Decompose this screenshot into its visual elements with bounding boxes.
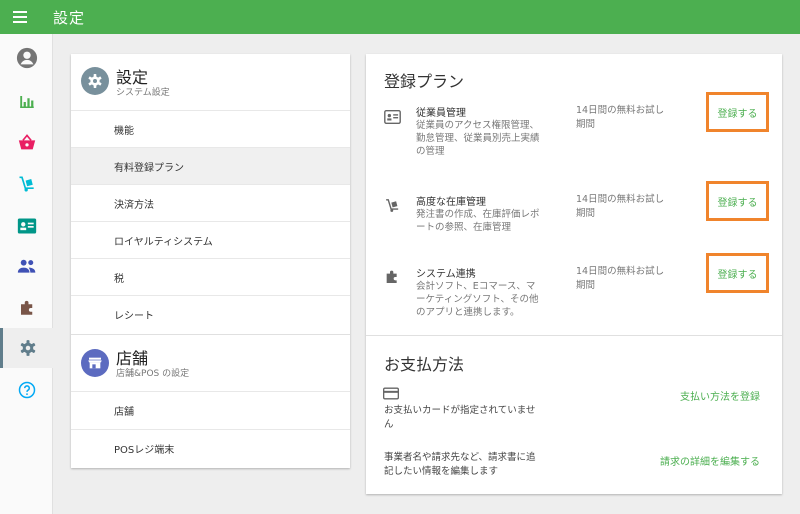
plan-trial-integration: 14日間の無料お試し 期間	[576, 266, 665, 291]
rail-integrations[interactable]	[0, 288, 53, 328]
settings-section-subtitle: システム設定	[116, 88, 170, 98]
bar-chart-icon	[19, 96, 34, 108]
plan-desc-inventory: 発注書の作成、在庫評価レポ ートの参照、在庫管理	[416, 209, 540, 233]
menu-icon[interactable]	[13, 0, 37, 34]
gear-icon	[20, 340, 36, 356]
rail-inventory[interactable]	[0, 164, 53, 204]
menu-item-pos-devices[interactable]: POSレジ端末	[71, 429, 350, 467]
menu-item-features[interactable]: 機能	[71, 110, 350, 148]
hand-truck-icon	[383, 196, 401, 214]
plan-desc-integration: 会計ソフト、Eコマース、マ ーケティングソフト、その他 のアプリと連携します。	[416, 281, 539, 318]
rail-help[interactable]	[0, 370, 53, 410]
app-title: 設定	[53, 8, 86, 27]
menu-item-stores[interactable]: 店舗	[71, 391, 350, 429]
register-inventory-button[interactable]: 登録する	[706, 181, 769, 221]
credit-card-icon	[382, 384, 400, 402]
basket-icon	[18, 134, 35, 150]
menu-item-loyalty[interactable]: ロイヤルティシステム	[71, 221, 350, 259]
menu-item-payment-methods[interactable]: 決済方法	[71, 184, 350, 222]
app-bar: 設定	[0, 0, 800, 34]
menu-item-receipt[interactable]: レシート	[71, 295, 350, 333]
rail-reports[interactable]	[0, 82, 53, 122]
payment-card-status: お支払いカードが指定されていません	[384, 405, 536, 430]
register-payment-link[interactable]: 支払い方法を登録	[680, 388, 760, 403]
rail-employees[interactable]	[0, 206, 53, 246]
puzzle-icon	[20, 300, 32, 315]
plan-desc-employee: 従業員のアクセス権限管理、 勤怠管理、従業員別売上実績 の管理	[416, 120, 540, 157]
badge-icon	[17, 218, 36, 234]
store-icon	[81, 349, 109, 377]
gear-icon	[81, 67, 109, 95]
plan-name-inventory: 高度な在庫管理	[416, 197, 486, 208]
plan-name-integration: システム連携	[416, 269, 476, 280]
plans-card: 登録プラン 従業員管理 従業員のアクセス権限管理、 勤怠管理、従業員別売上実績 の管…	[366, 54, 782, 494]
nav-rail	[0, 34, 53, 514]
people-icon	[17, 259, 35, 273]
section-divider	[366, 335, 782, 336]
rail-account[interactable]	[0, 38, 53, 78]
menu-item-taxes[interactable]: 税	[71, 258, 350, 296]
store-section-subtitle: 店舗&POS の設定	[116, 369, 190, 379]
badge-icon	[383, 108, 401, 126]
rail-sales[interactable]	[0, 122, 53, 162]
rail-settings[interactable]	[0, 328, 53, 368]
register-integration-button[interactable]: 登録する	[706, 253, 769, 293]
settings-menu-card: 設定 システム設定 機能 有料登録プラン 決済方法 ロイヤルティシステム 税 レ…	[71, 54, 350, 468]
account-icon	[16, 47, 37, 69]
register-employee-button[interactable]: 登録する	[706, 92, 769, 132]
plan-trial-inventory: 14日間の無料お試し 期間	[576, 194, 665, 219]
help-icon	[18, 381, 35, 399]
plans-title: 登録プラン	[384, 72, 465, 91]
settings-section-header: 設定 システム設定	[71, 54, 350, 110]
edit-billing-link[interactable]: 請求の詳細を編集する	[660, 453, 760, 468]
payment-title: お支払方法	[384, 355, 465, 374]
plan-trial-employee: 14日間の無料お試し 期間	[576, 105, 665, 130]
puzzle-icon	[383, 268, 401, 286]
rail-customers[interactable]	[0, 246, 53, 286]
menu-item-paid-plans[interactable]: 有料登録プラン	[71, 147, 350, 185]
plan-name-employee: 従業員管理	[416, 108, 466, 119]
hand-truck-icon	[19, 176, 34, 192]
store-section-header: 店舗 店舗&POS の設定	[71, 334, 350, 390]
billing-details-text: 事業者名や請求先など、請求書に追 記したい情報を編集します	[384, 452, 536, 477]
